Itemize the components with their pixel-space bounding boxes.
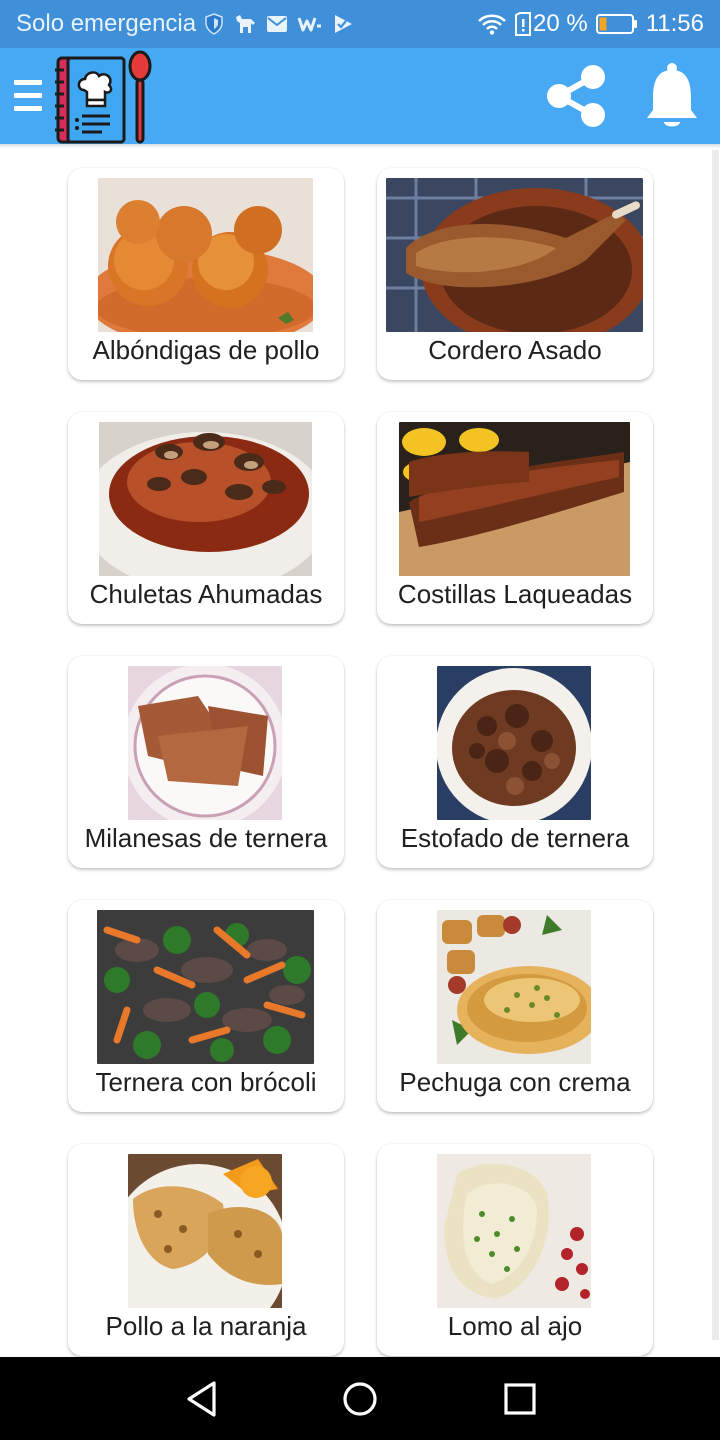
recipe-photo xyxy=(437,1154,591,1308)
recipe-photo xyxy=(399,422,630,576)
recipe-grid: Albóndigas de pollo Cordero Asado Chulet… xyxy=(0,0,720,1357)
recipe-photo xyxy=(386,178,643,332)
recipe-card[interactable]: Lomo al ajo xyxy=(377,1144,653,1356)
recipe-title: Costillas Laqueadas xyxy=(397,579,633,609)
recipe-photo xyxy=(99,422,312,576)
recipe-title: Pechuga con crema xyxy=(399,1067,631,1097)
recipe-card[interactable]: Chuletas Ahumadas xyxy=(68,412,344,624)
recipe-card[interactable]: Pechuga con crema xyxy=(377,900,653,1112)
recipe-photo xyxy=(98,178,313,332)
recipe-photo xyxy=(437,910,591,1064)
recipe-card[interactable]: Estofado de ternera xyxy=(377,656,653,868)
recipe-title: Ternera con brócoli xyxy=(95,1067,317,1097)
recipe-photo xyxy=(97,910,314,1064)
scrollbar[interactable] xyxy=(712,150,719,1340)
back-icon[interactable] xyxy=(184,1377,218,1426)
recents-icon[interactable] xyxy=(503,1377,537,1426)
recipe-photo xyxy=(128,1154,282,1308)
recipe-card[interactable]: Pollo a la naranja xyxy=(68,1144,344,1356)
recipe-card[interactable]: Cordero Asado xyxy=(377,168,653,380)
recipe-card[interactable]: Albóndigas de pollo xyxy=(68,168,344,380)
recipe-photo xyxy=(437,666,591,820)
home-icon[interactable] xyxy=(342,1377,378,1426)
recipe-card[interactable]: Costillas Laqueadas xyxy=(377,412,653,624)
recipe-title: Albóndigas de pollo xyxy=(92,335,320,365)
recipe-title: Estofado de ternera xyxy=(400,823,630,853)
recipe-title: Pollo a la naranja xyxy=(105,1311,307,1341)
recipe-title: Milanesas de ternera xyxy=(84,823,328,853)
recipe-title: Chuletas Ahumadas xyxy=(89,579,323,609)
recipe-title: Lomo al ajo xyxy=(447,1311,583,1341)
recipe-card[interactable]: Ternera con brócoli xyxy=(68,900,344,1112)
navigation-bar xyxy=(0,1357,720,1440)
recipe-card[interactable]: Milanesas de ternera xyxy=(68,656,344,868)
recipe-photo xyxy=(128,666,282,820)
recipe-title: Cordero Asado xyxy=(428,335,602,365)
